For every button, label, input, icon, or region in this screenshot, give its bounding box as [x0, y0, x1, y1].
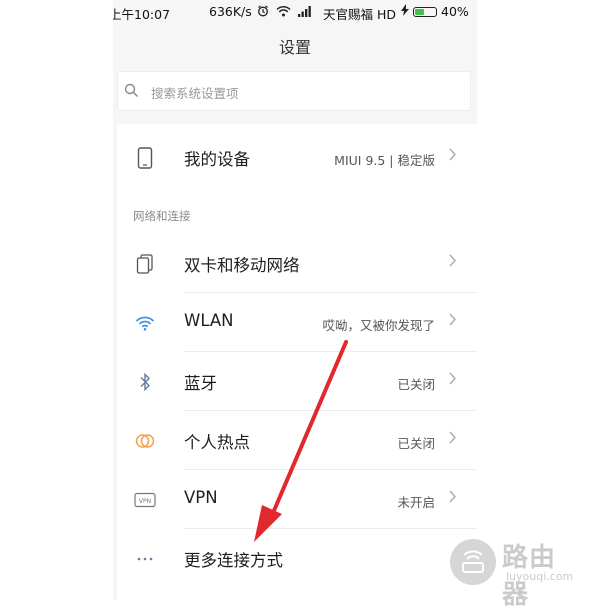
- watermark-url: luyouqi.com: [506, 570, 574, 583]
- annotation-arrow: [254, 340, 348, 542]
- watermark-logo: 路由器 luyouqi.com: [450, 535, 580, 610]
- router-logo-icon: [450, 539, 496, 585]
